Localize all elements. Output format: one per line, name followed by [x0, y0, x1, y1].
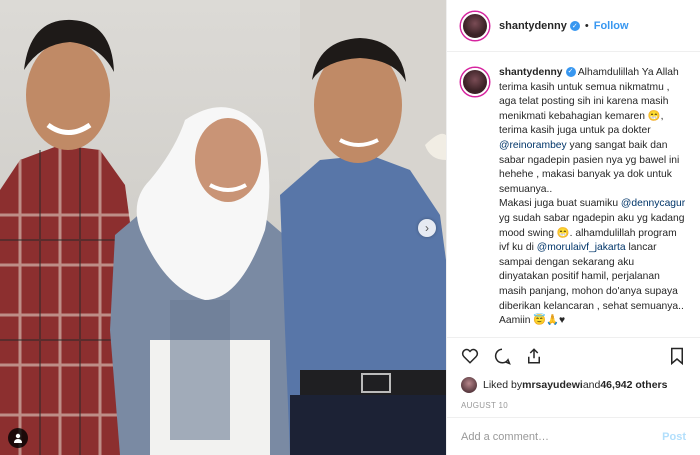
caption-text: shantydenny ✓ Alhamdulillah Ya Allah teri…: [499, 66, 686, 329]
comment-button[interactable]: [491, 345, 513, 367]
caption-verified-badge-icon: ✓: [565, 67, 576, 78]
post-date[interactable]: AUGUST 10: [447, 397, 700, 417]
caption-avatar[interactable]: [461, 68, 489, 96]
photo-scene: [0, 0, 446, 455]
mention-link[interactable]: @reinorambey: [499, 140, 567, 151]
caption: shantydenny ✓ Alhamdulillah Ya Allah teri…: [461, 66, 686, 329]
share-button[interactable]: [523, 345, 545, 367]
share-icon: [528, 347, 540, 363]
verified-badge-icon: ✓: [569, 20, 580, 31]
caption-part5: lancar sampai dengan sekarang aku dinyat…: [499, 242, 684, 327]
like-button[interactable]: [459, 345, 481, 367]
next-photo-button[interactable]: ›: [418, 219, 436, 237]
likes-count[interactable]: 46,942 others: [600, 379, 667, 391]
mention-link[interactable]: @morulaivf_jakarta: [537, 242, 626, 253]
mention-link[interactable]: @dennycagur: [621, 198, 685, 209]
add-comment-bar: Add a comment… Post: [447, 417, 700, 455]
user-tag-icon: [14, 433, 22, 443]
caption-username[interactable]: shantydenny: [499, 67, 563, 78]
caption-part3: Makasi juga buat suamiku: [499, 198, 621, 210]
likes-prefix: Liked by: [483, 379, 523, 391]
separator-dot: •: [584, 19, 589, 32]
header-username[interactable]: shantydenny: [499, 20, 567, 32]
post-sidebar: shantydenny ✓ • Follow shantydenny ✓ Alha…: [446, 0, 700, 455]
action-bar: [447, 337, 700, 373]
heart-icon: [461, 348, 479, 364]
post-photo[interactable]: ›: [0, 0, 446, 455]
comment-input[interactable]: Add a comment…: [461, 431, 662, 443]
liker-avatar[interactable]: [461, 377, 477, 393]
likes-middle: and: [582, 379, 601, 391]
chevron-right-icon: ›: [425, 221, 429, 235]
save-button[interactable]: [666, 345, 688, 367]
comment-icon: [494, 348, 511, 365]
follow-button[interactable]: Follow: [594, 20, 629, 32]
user-tag-button[interactable]: [8, 428, 28, 448]
bookmark-icon: [671, 347, 683, 365]
post-comment-button[interactable]: Post: [662, 431, 686, 443]
instagram-post: › shantydenny ✓ • Follow shantydenny ✓ Al…: [0, 0, 700, 455]
liker-username[interactable]: mrsayudewi: [522, 379, 583, 391]
likes-row: Liked by mrsayudewi and 46,942 others: [447, 373, 700, 397]
avatar[interactable]: [461, 11, 489, 40]
post-header: shantydenny ✓ • Follow: [447, 0, 700, 52]
comments-area[interactable]: shantydenny ✓ Alhamdulillah Ya Allah teri…: [447, 52, 700, 337]
